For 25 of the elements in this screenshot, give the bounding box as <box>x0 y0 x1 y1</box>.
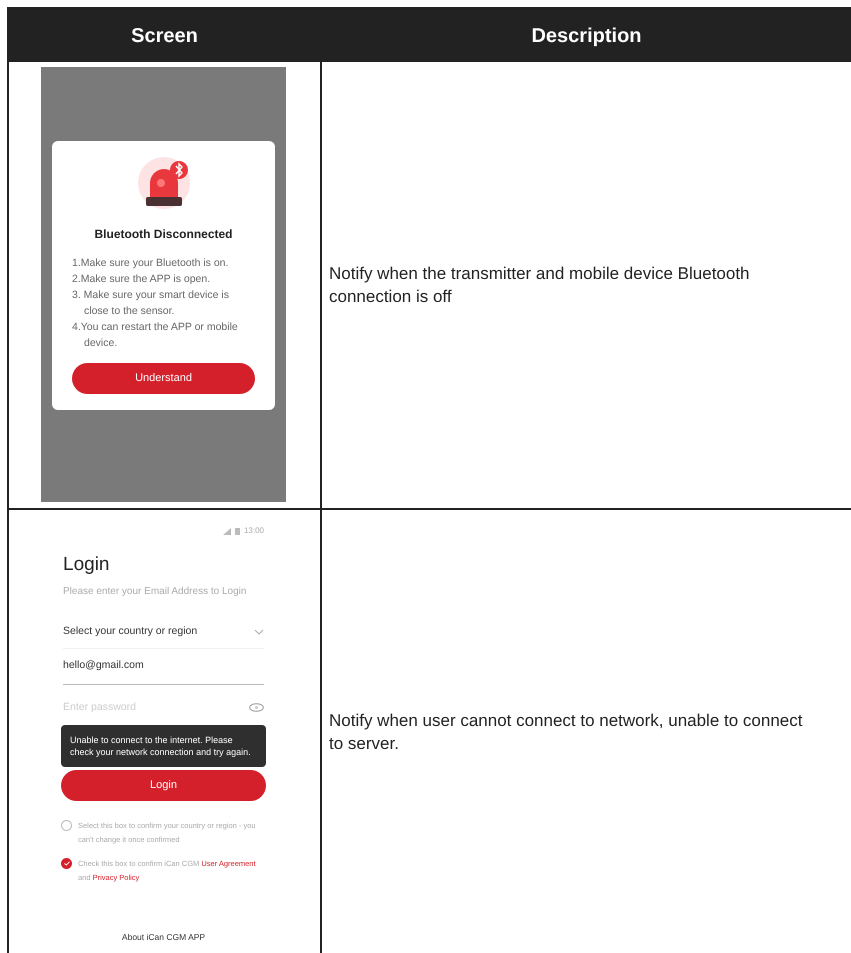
country-dropdown[interactable]: Select your country or region <box>63 616 264 648</box>
eye-icon <box>249 703 264 712</box>
understand-button[interactable]: Understand <box>72 363 255 394</box>
column-header: Description <box>322 9 851 62</box>
about-link[interactable]: About iCan CGM APP <box>122 931 206 944</box>
battery-icon <box>234 527 240 535</box>
login-subtitle: Please enter your Email Address to Login <box>63 584 248 598</box>
error-toast: Unable to connect to the internet. Please check your network connection and try again. <box>61 724 266 766</box>
chevron-down-icon <box>254 629 264 635</box>
login-button[interactable]: Login <box>61 770 266 800</box>
description-text: Notify when user cannot connect to network, unable to connect to server. <box>329 710 804 754</box>
column-header: Screen <box>9 9 322 62</box>
instruction-step: 1.Make sure your Bluetooth is on. <box>72 255 255 271</box>
login-title: Login <box>63 553 110 577</box>
agreement-checkbox[interactable] <box>61 820 72 830</box>
dialog-title: Bluetooth Disconnected <box>94 226 232 243</box>
check-icon <box>64 860 70 866</box>
instruction-step: 2.Make sure the APP is open. <box>72 271 255 287</box>
signal-icon <box>222 528 231 534</box>
agreement-checkbox[interactable] <box>61 858 72 868</box>
instruction-step: 4.You can restart the APP or mobile device. <box>72 319 255 351</box>
email-field[interactable]: hello@gmail.com <box>63 648 264 684</box>
status-time: 13:00 <box>244 525 264 537</box>
instruction-step: 3. Make sure your smart device is close to the sensor. <box>72 287 255 319</box>
description-text: Notify when the transmitter and mobile device Bluetooth connection is off <box>329 263 751 308</box>
